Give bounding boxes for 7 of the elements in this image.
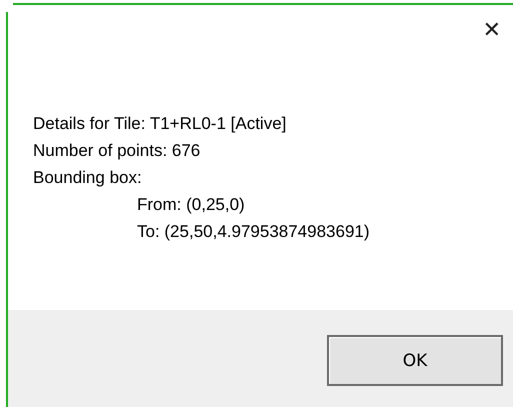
message-line: Bounding box: (33, 167, 143, 189)
message-line: Number of points: 676 (33, 140, 202, 162)
message-line: Details for Tile: T1+RL0-1 [Active] (33, 113, 288, 135)
close-button[interactable]: ✕ (478, 18, 505, 44)
message-line: To: (25,50,4.97953874983691) (136, 221, 371, 243)
ok-button[interactable]: OK (327, 335, 503, 386)
message-line: From: (0,25,0) (136, 194, 246, 216)
